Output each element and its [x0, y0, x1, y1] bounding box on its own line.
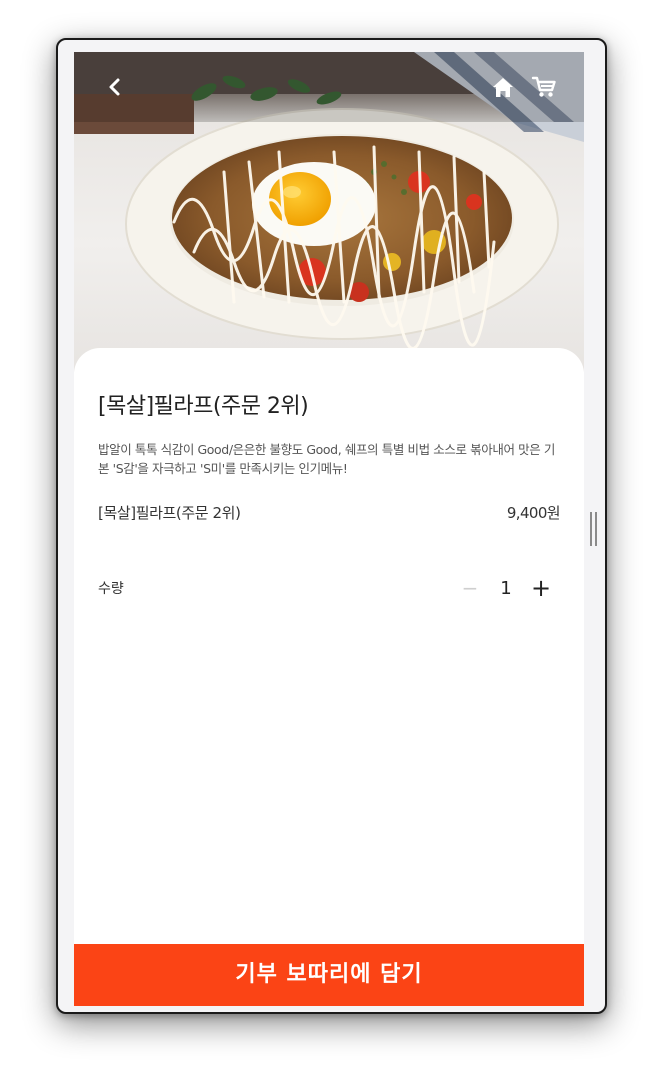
quantity-value: 1	[500, 578, 512, 599]
chevron-left-icon	[109, 78, 120, 96]
home-icon	[493, 78, 513, 97]
quantity-label: 수량	[98, 581, 124, 597]
scroll-handle-line	[590, 512, 592, 546]
header-bar	[74, 52, 584, 122]
product-image	[74, 52, 584, 372]
option-name: [목살]필라프(주문 2위)	[98, 504, 241, 522]
add-to-bag-button[interactable]: 기부 보따리에 담기	[74, 944, 584, 1006]
cart-icon	[531, 76, 556, 97]
home-button[interactable]	[488, 72, 518, 102]
quantity-increase-button[interactable]: +	[528, 574, 554, 602]
app-screen: [목살]필라프(주문 2위) 밥알이 톡톡 식감이 Good/은은한 불향도 G…	[74, 52, 584, 1006]
product-description: 밥알이 톡톡 식감이 Good/은은한 불향도 Good, 쉐프의 특별 비법 …	[98, 442, 555, 476]
quantity-decrease-button[interactable]: −	[458, 574, 482, 602]
scroll-handle[interactable]	[590, 512, 598, 546]
product-detail-sheet: [목살]필라프(주문 2위) 밥알이 톡톡 식감이 Good/은은한 불향도 G…	[74, 348, 584, 1006]
cart-button[interactable]	[529, 72, 559, 102]
back-button[interactable]	[100, 72, 130, 102]
product-title: [목살]필라프(주문 2위)	[98, 394, 309, 419]
device-frame: [목살]필라프(주문 2위) 밥알이 톡톡 식감이 Good/은은한 불향도 G…	[56, 38, 607, 1014]
option-price: 9,400원	[506, 504, 561, 522]
scroll-handle-line	[595, 512, 597, 546]
option-row: [목살]필라프(주문 2위) 9,400원	[98, 502, 561, 526]
